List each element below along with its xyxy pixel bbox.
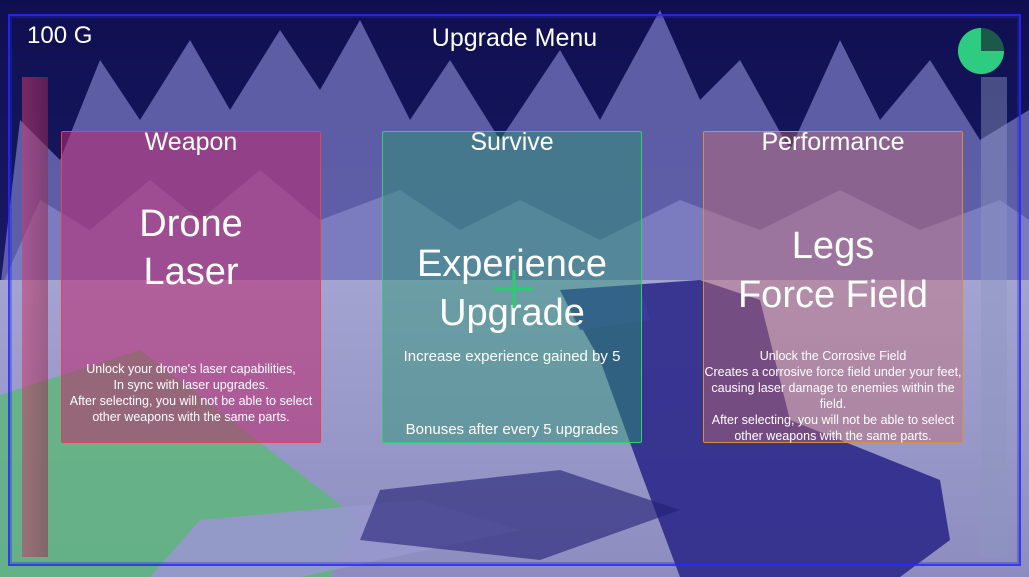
cooldown-pie-icon: [958, 28, 1004, 74]
card-bonus-text: Bonuses after every 5 upgrades: [405, 421, 619, 438]
experience-bar: [981, 77, 1007, 557]
card-category: Performance: [761, 128, 905, 156]
card-description: Increase experience gained by 5: [403, 348, 621, 365]
card-category: Weapon: [144, 128, 238, 156]
card-description: Unlock the Corrosive Field Creates a cor…: [704, 349, 962, 443]
menu-title: Upgrade Menu: [431, 24, 598, 52]
card-description: Unlock your drone's laser capabilities, …: [69, 362, 313, 424]
card-category: Survive: [470, 128, 554, 156]
card-upgrade-name: Laser: [143, 251, 239, 293]
card-upgrade-name: Legs: [791, 225, 875, 267]
upgrade-card-performance[interactable]: Performance Legs Force Field Unlock the …: [703, 128, 963, 443]
card-upgrade-name: Drone: [139, 203, 243, 245]
card-upgrade-name: Force Field: [737, 274, 929, 316]
crosshair-icon: [495, 270, 533, 308]
upgrade-card-weapon[interactable]: Weapon Drone Laser Unlock your drone's l…: [61, 128, 321, 443]
health-bar: [22, 77, 48, 557]
